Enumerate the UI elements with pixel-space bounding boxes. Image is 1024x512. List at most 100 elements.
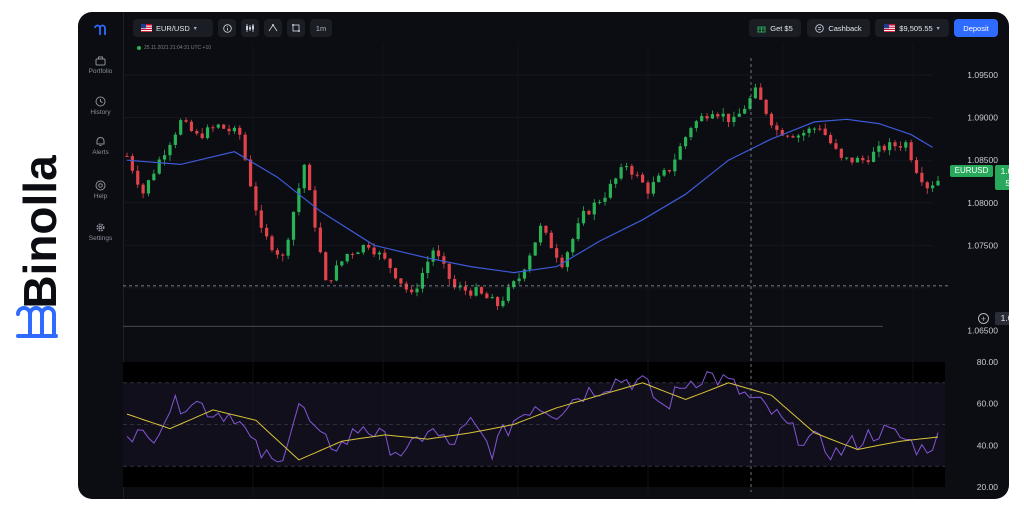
sidebar-item-history[interactable]: History — [78, 96, 123, 116]
candle-body — [222, 124, 226, 129]
candle-body — [205, 127, 210, 139]
balance-selector[interactable]: $9,505.55 ▾ — [875, 19, 949, 37]
add-alert-button[interactable]: + — [978, 313, 989, 324]
candle-body — [243, 134, 247, 160]
candle-body — [871, 151, 876, 162]
candle-body — [898, 146, 903, 148]
balance-value: $9,505.55 — [899, 23, 933, 33]
candle-body — [458, 286, 462, 288]
price-chart[interactable]: 1.09500 1.09000 1.08500 1.08000 1.07500 1.065… — [123, 44, 1009, 499]
candle-body — [291, 211, 296, 240]
candle-body — [270, 236, 274, 251]
candle-body — [630, 166, 634, 175]
candle-body — [667, 170, 672, 172]
app-logo-icon[interactable] — [93, 24, 107, 38]
candle-body — [786, 135, 790, 137]
candle-body — [286, 239, 290, 256]
rsi-band — [123, 382, 945, 467]
candle-body — [436, 250, 441, 257]
candle-body — [367, 244, 371, 248]
sidebar-item-help[interactable]: Help — [78, 180, 123, 200]
candle-body — [324, 252, 328, 281]
drawing-tools-button[interactable] — [287, 19, 305, 37]
candle-body — [211, 127, 215, 129]
us-flag-icon — [884, 24, 896, 32]
candle-body — [882, 145, 886, 151]
candle-body — [700, 115, 704, 122]
candle-body — [603, 197, 607, 202]
candle-body — [694, 121, 698, 129]
chart-datetime: 25.11.2021 21:04:31 UTC +10 — [137, 45, 211, 51]
candle-body — [195, 131, 199, 134]
candle-body — [479, 287, 484, 294]
candle-body — [350, 253, 355, 255]
candle-body — [469, 290, 473, 296]
asset-selector[interactable]: EUR/USD ▾ — [133, 19, 213, 37]
candle-body — [356, 252, 360, 255]
trading-app-window: Portfolio History Alerts Help Settings E… — [78, 12, 1009, 499]
candle-body — [823, 128, 827, 136]
timeframe-selector[interactable]: 1m — [310, 19, 332, 37]
candle-body — [845, 157, 849, 159]
candle-body — [759, 87, 763, 100]
candle-body — [426, 261, 430, 274]
info-icon — [222, 23, 232, 33]
candle-body — [200, 133, 204, 139]
candle-body — [651, 182, 655, 194]
deposit-button[interactable]: Deposit — [954, 19, 998, 37]
candle-body — [732, 116, 736, 123]
candle-body — [710, 114, 715, 119]
sidebar-item-settings[interactable]: Settings — [78, 222, 123, 242]
candle-body — [662, 170, 666, 176]
sidebar-item-label: History — [90, 109, 111, 116]
sidebar-item-portfolio[interactable]: Portfolio — [78, 56, 123, 75]
candle-body — [614, 178, 618, 184]
candle-body — [168, 144, 172, 156]
brand-wordmark: Binolla — [14, 155, 66, 309]
candle-body — [125, 155, 129, 157]
candle-body — [705, 115, 709, 119]
candle-body — [673, 159, 677, 172]
candle-body — [581, 210, 586, 224]
candle-body — [179, 120, 183, 135]
candle-body — [683, 137, 688, 147]
candle-body — [157, 159, 161, 174]
candle-body — [232, 127, 237, 132]
candle-body — [216, 124, 220, 128]
drawing-icon — [292, 24, 300, 32]
info-button[interactable] — [218, 19, 236, 37]
candle-body — [608, 183, 612, 198]
top-bar: EUR/USD ▾ 1m Get $5 Cashback $9,505.55 ▾… — [123, 12, 1009, 44]
candle-body — [737, 113, 741, 117]
candle-body — [490, 297, 494, 299]
price-axis-tick-label: 1.07500 — [967, 240, 998, 250]
candle-body — [855, 157, 860, 163]
sidebar-item-alerts[interactable]: Alerts — [78, 136, 123, 156]
candle-body — [383, 252, 387, 259]
candle-body — [931, 185, 935, 189]
indicators-button[interactable] — [264, 19, 282, 37]
candle-body — [447, 263, 451, 279]
candle-body — [769, 113, 774, 126]
candle-body — [641, 174, 645, 183]
candle-body — [506, 287, 510, 301]
candle-body — [189, 121, 194, 132]
get-bonus-button[interactable]: Get $5 — [749, 19, 801, 37]
price-axis-tick-label: 1.06500 — [967, 325, 998, 335]
candle-body — [775, 125, 779, 131]
briefcase-icon — [95, 56, 106, 66]
candle-body — [812, 128, 817, 130]
candle-body — [442, 256, 446, 264]
chart-area[interactable]: 1.09500 1.09000 1.08500 1.08000 1.07500 1.065… — [123, 44, 1009, 499]
candle-body — [474, 287, 478, 296]
candle-body — [372, 247, 376, 255]
indicator-icon — [268, 24, 278, 32]
candle-body — [592, 202, 596, 215]
chart-type-button[interactable] — [241, 19, 259, 37]
candle-body — [624, 166, 629, 168]
cashback-label: Cashback — [828, 23, 862, 33]
cashback-button[interactable]: Cashback — [807, 19, 870, 37]
timeframe-label: 1m — [315, 23, 327, 33]
candle-body — [834, 143, 838, 149]
candle-body — [259, 210, 263, 228]
